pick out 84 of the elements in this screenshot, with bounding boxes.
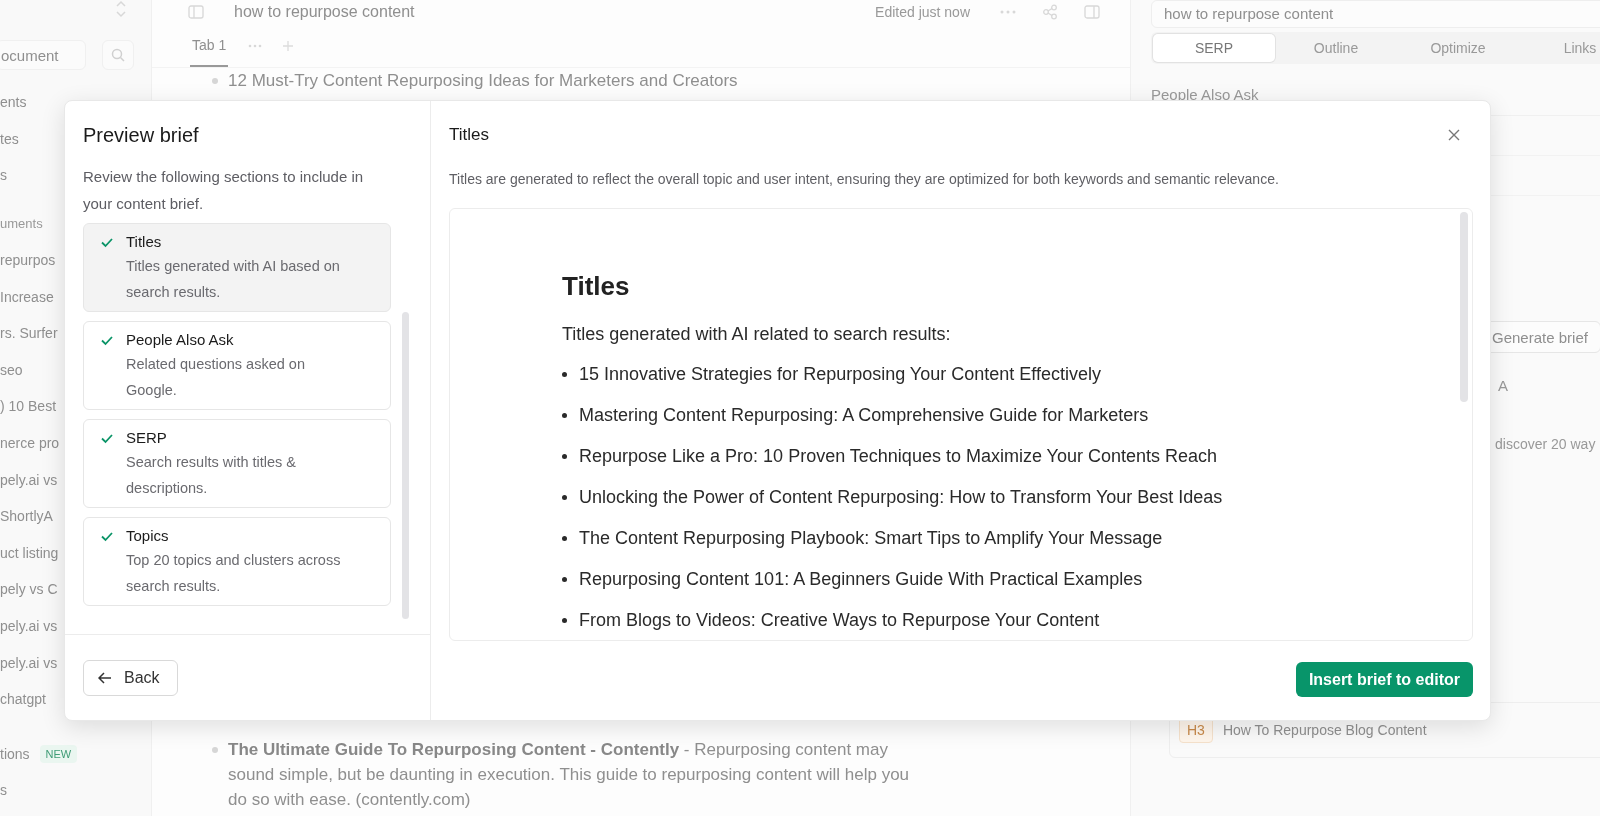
document-title: how to repurpose content	[234, 3, 416, 21]
option-title: SERP	[126, 428, 168, 448]
document-tab[interactable]: Tab 1	[190, 24, 229, 67]
sidebar-item[interactable]: tes	[0, 130, 19, 147]
plus-icon[interactable]	[282, 39, 295, 52]
title-suggestion: Repurpose Like a Pro: 10 Proven Techniques to Maximize Your Contents Reach	[579, 446, 1218, 467]
sidebar-item[interactable]: chatgpt	[0, 691, 46, 708]
bullet-icon	[562, 618, 567, 623]
bullet-icon	[212, 78, 218, 84]
bullet-icon	[562, 454, 567, 459]
sidebar-item[interactable]: rs. Surfer	[0, 325, 58, 342]
option-description: Top 20 topics and clusters across search results.	[126, 551, 342, 596]
outline-heading: How To Repurpose Blog Content	[1222, 722, 1427, 738]
section-label: uments	[0, 216, 43, 232]
bullet-icon	[212, 747, 218, 753]
title-suggestion: The Content Repurposing Playbook: Smart Tips to Amplify Your Message	[579, 528, 1163, 549]
sidebar-item[interactable]: ShortlyA	[0, 508, 53, 525]
sidebar-item[interactable]: Increase	[0, 288, 54, 305]
result-text: discover 20 way	[1495, 436, 1596, 452]
list-item-text: The Ultimate Guide To Repurposing Content - Contently - Repurposing content may sound simple, but be daunting in execution. This guide to repurposing content will help you do so with ease. (contently.com)	[228, 739, 911, 811]
bullet-icon	[562, 413, 567, 418]
option-description: Related questions asked on Google.	[126, 355, 306, 400]
option-title: Topics	[126, 526, 170, 546]
bullet-icon	[562, 495, 567, 500]
sidebar-item[interactable]: s	[0, 167, 7, 184]
preview-text: Titles generated with AI related to search results:	[562, 324, 952, 345]
panel-title: Titles	[449, 125, 489, 145]
share-icon[interactable]	[1042, 4, 1058, 20]
sidebar-item[interactable]: pely vs C	[0, 581, 58, 598]
sidebar-item[interactable]: nerce pro	[0, 435, 60, 452]
sidebar-item[interactable]: ) 10 Best	[0, 398, 57, 415]
close-icon	[1447, 128, 1461, 142]
option-title: People Also Ask	[126, 330, 235, 350]
scrollbar[interactable]	[402, 312, 409, 619]
back-button[interactable]: Back	[83, 659, 178, 696]
sidebar-item[interactable]: pely.ai vs	[0, 471, 58, 488]
list-item-text: 12 Must-Try Content Repurposing Ideas for Marketers and Creators	[228, 70, 738, 92]
more-icon[interactable]	[1000, 10, 1016, 14]
panel-tab[interactable]: SERP	[1153, 34, 1275, 62]
panel-tab[interactable]: Optimize	[1397, 34, 1519, 62]
dialog-title: Preview brief	[83, 123, 200, 147]
arrow-left-icon	[98, 671, 112, 684]
search-icon	[111, 48, 125, 62]
sidebar-item[interactable]: uct listing	[0, 544, 59, 561]
panel-tab[interactable]: Outline	[1275, 34, 1397, 62]
dialog-intro: Review the following sections to include in your content brief.	[83, 167, 365, 214]
search-button[interactable]	[102, 40, 134, 70]
sidebar-item[interactable]: pely.ai vs	[0, 654, 58, 671]
title-suggestion: 15 Innovative Strategies for Repurposing Your Content Effectively	[579, 364, 1101, 385]
insert-brief-button[interactable]: Insert brief to editor	[1295, 662, 1473, 697]
panel-tab[interactable]: Links	[1519, 34, 1600, 62]
search-field[interactable]: ocument	[0, 40, 86, 70]
option-description: Search results with titles & descriptions.	[126, 453, 298, 498]
title-suggestion: Mastering Content Repurposing: A Comprehensive Guide for Marketers	[579, 405, 1149, 426]
close-button[interactable]	[1447, 128, 1461, 142]
panel-icon[interactable]	[1084, 5, 1100, 19]
bullet-icon	[562, 372, 567, 377]
preview-heading: Titles	[562, 271, 631, 302]
chevron-updown-icon	[115, 0, 127, 18]
new-badge: NEW	[39, 744, 78, 763]
title-suggestion: From Blogs to Videos: Creative Ways to Repurpose Your Content	[579, 610, 1100, 631]
section-option[interactable]: Titles Titles generated with AI based on search results.	[83, 223, 391, 312]
more-icon[interactable]	[248, 43, 263, 48]
sidebar-item[interactable]: repurpos	[0, 252, 56, 269]
sidebar-toggle-icon[interactable]	[188, 5, 204, 19]
sidebar-item[interactable]: s	[0, 782, 7, 799]
title-suggestion: Repurposing Content 101: A Beginners Guide With Practical Examples	[579, 569, 1143, 590]
option-description: Titles generated with AI based on search results.	[126, 257, 341, 302]
option-title: Titles	[126, 232, 163, 252]
title-suggestion: Unlocking the Power of Content Repurposing: How to Transform Your Best Ideas	[579, 487, 1223, 508]
sidebar-item[interactable]: seo	[0, 361, 23, 378]
section-option[interactable]: Topics Top 20 topics and clusters across search results.	[83, 517, 391, 606]
panel-description: Titles are generated to reflect the overall topic and user intent, ensuring they are optimized for both keywords and semantic relevance.	[449, 170, 1280, 189]
sidebar-item[interactable]: tions	[0, 745, 30, 762]
bullet-icon	[562, 577, 567, 582]
sidebar-item[interactable]: ents	[0, 94, 27, 111]
scrollbar[interactable]	[1460, 212, 1468, 402]
keyword-field[interactable]: how to repurpose content	[1151, 0, 1600, 28]
bullet-icon	[562, 536, 567, 541]
save-status: Edited just now	[875, 4, 970, 20]
section-option[interactable]: People Also Ask Related questions asked on Google.	[83, 321, 391, 410]
sidebar-item[interactable]: pely.ai vs	[0, 618, 58, 634]
section-option[interactable]: SERP Search results with titles & descriptions.	[83, 419, 391, 508]
result-text: A	[1498, 377, 1508, 394]
